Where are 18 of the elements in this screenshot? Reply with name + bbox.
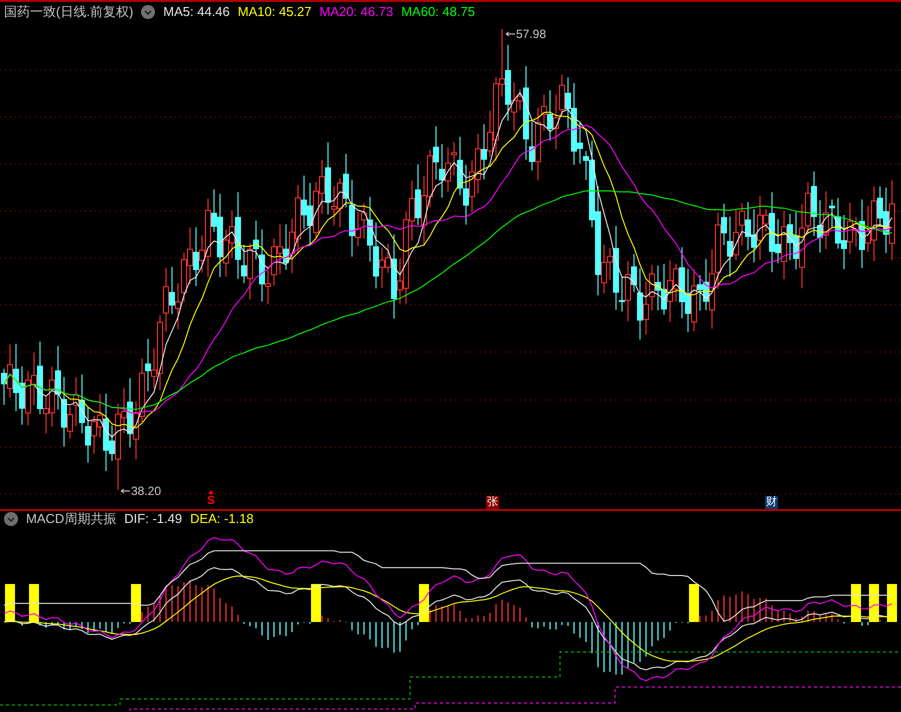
indicator-title: MACD周期共振 [26, 510, 116, 528]
low-price-label: 38.20 [131, 484, 162, 497]
indicator-value: MA20: 46.73 [320, 3, 394, 22]
leader-arrow-icon [120, 488, 130, 494]
indicator-value: MA10: 45.27 [238, 3, 312, 22]
dropdown-icon[interactable] [141, 5, 156, 19]
indicator-value: DIF: -1.49 [124, 510, 182, 528]
chart-title: 国药一致(日线.前复权) [4, 3, 134, 22]
indicator-value: MA60: 48.75 [401, 3, 475, 22]
triangle-icon [208, 490, 214, 494]
event-badge[interactable]: 张 [486, 496, 499, 509]
high-price-label: 57.98 [516, 28, 546, 40]
leader-arrow-icon [505, 31, 515, 37]
dropdown-icon[interactable] [4, 512, 18, 526]
event-badge[interactable]: 财 [765, 496, 778, 509]
indicator-value: MA5: 44.46 [163, 3, 230, 22]
indicator-value: DEA: -1.18 [190, 510, 254, 528]
signal-marker: S [207, 494, 216, 506]
